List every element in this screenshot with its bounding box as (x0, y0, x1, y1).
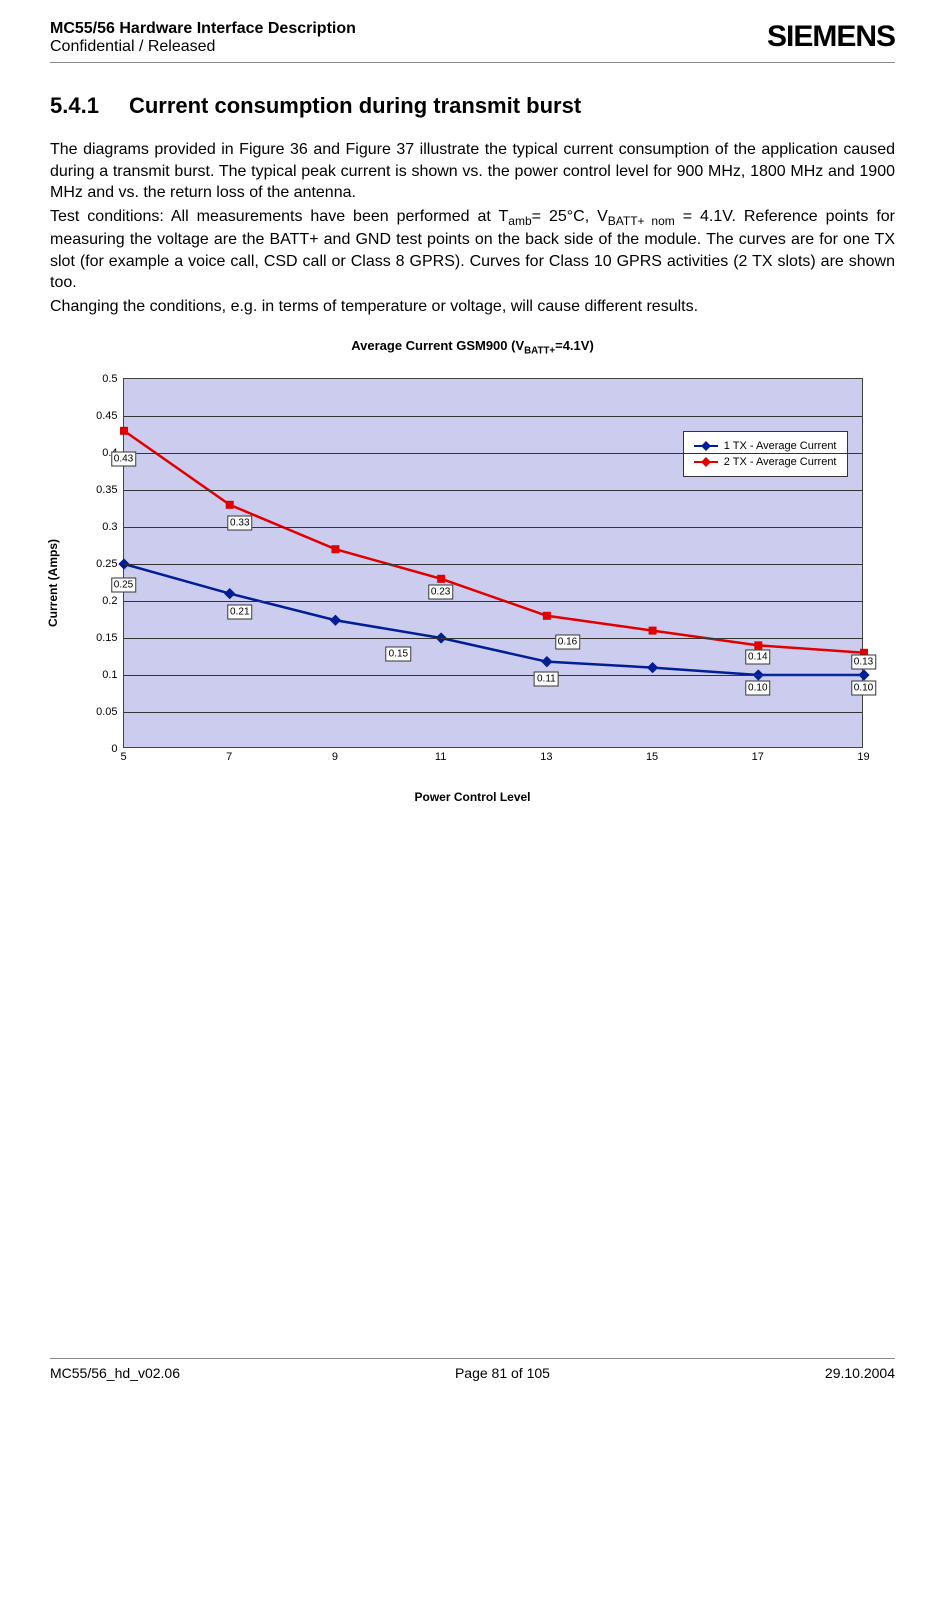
section-number: 5.4.1 (50, 93, 99, 119)
p2-part-a: Test conditions: All measurements have b… (50, 208, 508, 225)
gridline (124, 638, 862, 639)
x-tick: 5 (120, 747, 126, 763)
siemens-logo: SIEMENS (767, 20, 895, 54)
paragraph-1: The diagrams provided in Figure 36 and F… (50, 139, 895, 204)
p2-part-b: = 25°C, V (532, 208, 608, 225)
section-heading: 5.4.1 Current consumption during transmit… (50, 93, 895, 119)
section-title: Current consumption during transmit burs… (129, 93, 581, 118)
chart-title-post: =4.1V) (555, 338, 594, 353)
y-tick: 0.25 (96, 558, 123, 570)
gridline (124, 490, 862, 491)
x-tick: 7 (226, 747, 232, 763)
paragraph-2: Test conditions: All measurements have b… (50, 206, 895, 294)
data-label: 0.25 (111, 577, 136, 592)
chart-title-sub: BATT+ (524, 345, 555, 356)
data-label: 0.23 (428, 585, 453, 600)
gridline (124, 453, 862, 454)
gridline (124, 712, 862, 713)
p2-sub-a: amb (508, 214, 531, 228)
y-tick: 0.15 (96, 632, 123, 644)
x-tick: 15 (646, 747, 658, 763)
data-label: 0.33 (227, 516, 252, 531)
data-label: 0.43 (111, 452, 136, 467)
gridline (124, 601, 862, 602)
data-label: 0.15 (386, 647, 411, 662)
y-tick: 0.2 (102, 595, 123, 607)
chart-title: Average Current GSM900 (VBATT+=4.1V) (50, 338, 895, 357)
gridline (124, 564, 862, 565)
x-tick: 13 (540, 747, 552, 763)
gridline (124, 675, 862, 676)
gridline (124, 416, 862, 417)
page-footer: MC55/56_hd_v02.06 Page 81 of 105 29.10.2… (50, 1358, 895, 1381)
x-tick: 9 (332, 747, 338, 763)
chart-container: Current (Amps) 1 TX - Average Current 2 … (63, 368, 883, 798)
y-tick: 0.5 (102, 373, 123, 385)
footer-center: Page 81 of 105 (455, 1365, 550, 1381)
data-label: 0.14 (745, 649, 770, 664)
page-header: MC55/56 Hardware Interface Description C… (50, 20, 895, 63)
data-label: 0.10 (745, 681, 770, 696)
y-tick: 0.1 (102, 669, 123, 681)
x-tick: 19 (857, 747, 869, 763)
data-label: 0.21 (227, 605, 252, 620)
header-left: MC55/56 Hardware Interface Description C… (50, 20, 356, 56)
data-label: 0.10 (851, 681, 876, 696)
y-tick: 0.35 (96, 484, 123, 496)
paragraph-3: Changing the conditions, e.g. in terms o… (50, 296, 895, 318)
footer-right: 29.10.2004 (825, 1365, 895, 1381)
y-axis-label: Current (Amps) (46, 539, 60, 627)
footer-left: MC55/56_hd_v02.06 (50, 1365, 180, 1381)
data-label: 0.11 (534, 671, 559, 686)
x-tick: 17 (752, 747, 764, 763)
p2-sub-b: BATT+ nom (608, 214, 675, 228)
y-tick: 0.3 (102, 521, 123, 533)
data-label: 0.16 (555, 634, 580, 649)
x-axis-label: Power Control Level (414, 790, 530, 804)
doc-title: MC55/56 Hardware Interface Description (50, 20, 356, 38)
y-tick: 0.45 (96, 410, 123, 422)
x-tick: 11 (435, 747, 446, 763)
plot-area: 1 TX - Average Current 2 TX - Average Cu… (123, 378, 863, 748)
chart-title-pre: Average Current GSM900 (V (351, 338, 524, 353)
y-tick: 0.05 (96, 706, 123, 718)
doc-status: Confidential / Released (50, 38, 356, 56)
data-label: 0.13 (851, 654, 876, 669)
